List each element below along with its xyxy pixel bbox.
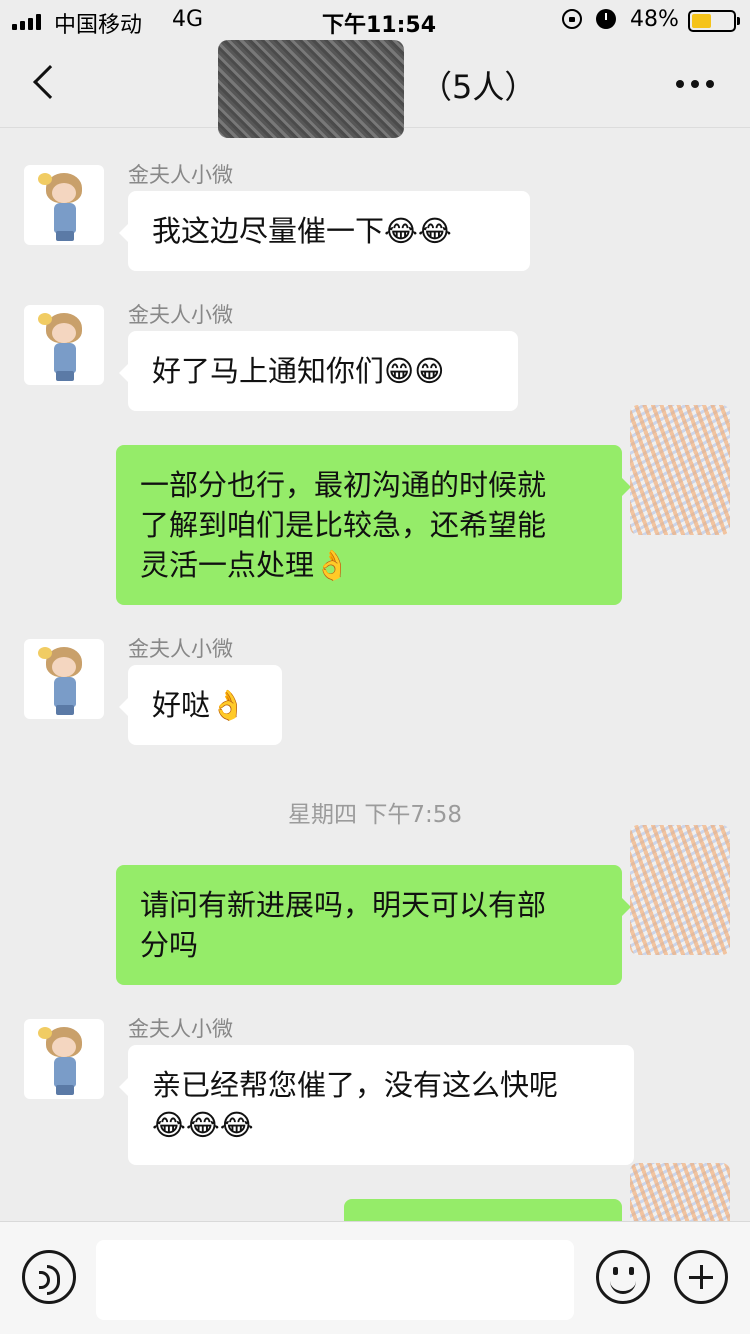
status-bar: 中国移动 4G 下午11:54 48% [0,0,750,40]
message-text-line: 😂😂😂 [152,1108,254,1142]
self-avatar-redacted[interactable] [630,825,730,955]
message-bubble[interactable]: 亲已经帮您催了，没有这么快呢 😂😂😂 [119,1045,634,1165]
sender-name: 金夫人小微 [128,1017,233,1041]
chat-header: （5人） [0,40,750,138]
message-bubble[interactable]: 好了马上通知你们😁😁 [119,331,518,411]
message-text-line: 一部分也行，最初沟通的时候就 [140,468,547,502]
message-input[interactable] [96,1240,574,1320]
message-text-line: 亲已经帮您催了，没有这么快呢 [152,1068,559,1102]
voice-icon[interactable] [22,1250,76,1304]
battery-nub [737,17,740,25]
battery-percent: 48% [630,7,679,32]
avatar[interactable] [24,639,104,719]
message-timestamp: 星期四 下午7:58 [288,802,462,828]
message-list[interactable]: 金夫人小微 我这边尽量催一下😂😂 金夫人小微 好了马上通知你们😁😁 一部分也行，… [0,129,750,1221]
battery-icon [688,10,736,32]
message-text: 我这边尽量催一下😂😂 [152,214,452,248]
network-type: 4G [172,7,204,32]
message-bubble[interactable]: 我这边尽量催一下😂😂 [119,191,530,271]
avatar[interactable] [24,1019,104,1099]
self-avatar-redacted[interactable] [630,1163,730,1221]
battery-level-fill [692,14,711,28]
message-text: 好哒👌 [152,688,247,722]
self-avatar-redacted[interactable] [630,405,730,535]
signal-icon [12,12,41,30]
chat-title-redacted [218,40,404,138]
message-bubble[interactable] [344,1199,622,1221]
more-icon[interactable] [676,80,714,88]
carrier-name: 中国移动 [54,13,143,38]
message-text-line: 灵活一点处理👌 [140,548,351,582]
back-icon[interactable] [33,65,67,99]
alarm-icon [596,9,616,29]
input-bar [0,1221,750,1334]
sender-name: 金夫人小微 [128,637,233,661]
status-time: 下午11:54 [322,13,437,38]
avatar[interactable] [24,305,104,385]
message-text: 好了马上通知你们😁😁 [152,354,445,388]
lock-rotation-icon [562,9,582,29]
message-bubble[interactable]: 一部分也行，最初沟通的时候就 了解到咱们是比较急，还希望能 灵活一点处理👌 [116,445,631,605]
add-icon[interactable] [674,1250,728,1304]
message-bubble[interactable]: 请问有新进展吗，明天可以有部 分吗 [116,865,631,985]
emoji-icon[interactable] [596,1250,650,1304]
message-text-line: 请问有新进展吗，明天可以有部 [140,888,547,922]
sender-name: 金夫人小微 [128,163,233,187]
member-count: （5人） [420,68,537,106]
message-text-line: 了解到咱们是比较急，还希望能 [140,508,547,542]
avatar[interactable] [24,165,104,245]
message-text-line: 分吗 [140,928,199,962]
sender-name: 金夫人小微 [128,303,233,327]
message-bubble[interactable]: 好哒👌 [119,665,282,745]
